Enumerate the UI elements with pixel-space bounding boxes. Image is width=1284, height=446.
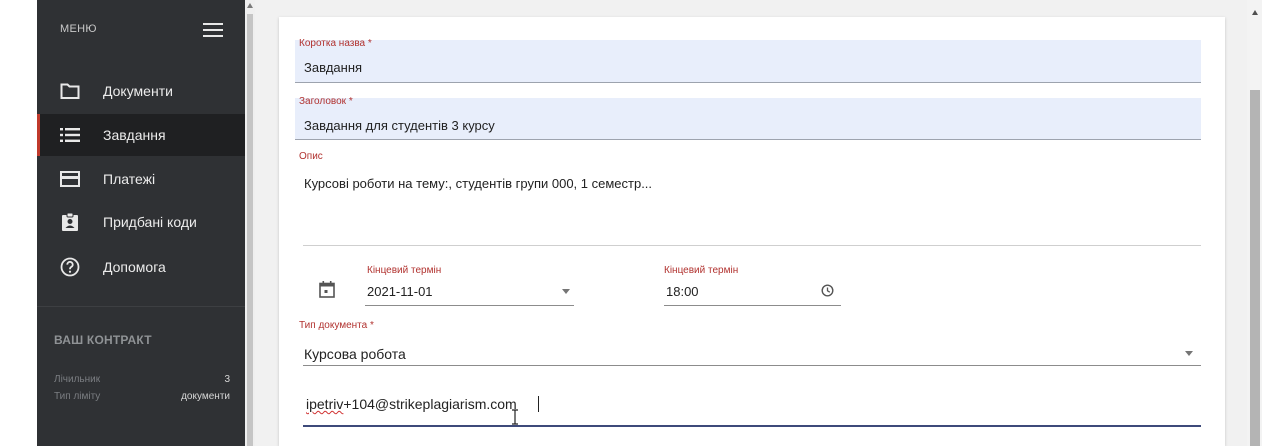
contract-counter-row: Лічильник 3 [54, 374, 230, 385]
deadline-date-input[interactable]: 2021-11-01 [367, 284, 433, 299]
app-window: МЕНЮ Документи Завдання Платежі Придбані… [0, 0, 1284, 446]
credit-card-icon [60, 169, 80, 189]
clipboard-account-icon [60, 212, 80, 232]
document-type-label: Тип документа * [299, 320, 374, 331]
contract-limit-label: Тип ліміту [54, 391, 101, 402]
short-name-input[interactable]: Завдання [304, 60, 362, 75]
contract-counter-value: 3 [224, 374, 230, 385]
text-caret [538, 396, 539, 412]
sidebar-item-purchased-codes[interactable]: Придбані коди [37, 201, 245, 243]
deadline-time-label: Кінцевий термін [664, 265, 739, 276]
contract-limit-value: документи [181, 391, 230, 402]
folder-icon [60, 81, 80, 101]
sidebar-item-label: Допомога [103, 259, 166, 275]
sidebar-item-label: Придбані коди [103, 214, 197, 230]
menu-label: МЕНЮ [60, 23, 97, 35]
calendar-icon[interactable] [319, 281, 335, 298]
sidebar-item-label: Платежі [103, 171, 156, 187]
short-name-label: Коротка назва * [299, 38, 372, 49]
sidebar-item-payments[interactable]: Платежі [37, 158, 245, 200]
email-misspelled-part: ipetriv [306, 396, 344, 412]
help-circle-icon [60, 257, 80, 277]
sidebar: МЕНЮ Документи Завдання Платежі Придбані… [37, 0, 245, 446]
left-margin [0, 0, 37, 446]
deadline-date-dropdown-icon[interactable] [562, 289, 570, 294]
list-icon [60, 125, 80, 145]
sidebar-header: МЕНЮ [37, 0, 245, 60]
deadline-time-underline [664, 305, 841, 306]
description-label: Опис [299, 151, 323, 162]
ibeam-cursor-icon [512, 409, 518, 425]
sidebar-scroll-up-icon[interactable] [247, 3, 253, 8]
sidebar-divider [37, 306, 245, 307]
hamburger-menu-icon[interactable] [203, 22, 223, 38]
sidebar-scrollbar-thumb[interactable] [247, 14, 253, 446]
sidebar-item-help[interactable]: Допомога [37, 246, 245, 288]
deadline-date-label: Кінцевий термін [367, 265, 442, 276]
sidebar-item-documents[interactable]: Документи [37, 70, 245, 112]
page-scroll-up-icon[interactable] [1252, 10, 1258, 15]
right-margin [1262, 0, 1284, 446]
contract-counter-label: Лічильник [54, 374, 101, 385]
document-type-dropdown-icon[interactable] [1185, 351, 1193, 356]
email-input[interactable]: ipetriv+104@strikeplagiarism.com [306, 396, 517, 412]
email-rest-part: +104@strikeplagiarism.com [343, 396, 517, 412]
page-scrollbar-thumb[interactable] [1250, 90, 1260, 446]
description-underline [303, 245, 1201, 246]
sidebar-item-tasks[interactable]: Завдання [37, 114, 245, 156]
sidebar-item-label: Завдання [103, 127, 166, 143]
heading-input[interactable]: Завдання для студентів 3 курсу [304, 118, 495, 133]
deadline-date-underline [365, 305, 574, 306]
description-textarea[interactable]: Курсові роботи на тему:, студентів групи… [304, 176, 652, 191]
deadline-time-input[interactable]: 18:00 [666, 284, 699, 299]
contract-title: ВАШ КОНТРАКТ [54, 333, 152, 347]
document-type-select[interactable]: Курсова робота [304, 346, 406, 362]
document-type-underline [303, 365, 1201, 366]
heading-label: Заголовок * [299, 96, 353, 107]
clock-icon[interactable] [821, 284, 834, 297]
short-name-field[interactable] [295, 40, 1201, 83]
email-focus-underline [303, 425, 1201, 427]
sidebar-item-label: Документи [103, 83, 173, 99]
contract-limit-row: Тип ліміту документи [54, 391, 230, 402]
